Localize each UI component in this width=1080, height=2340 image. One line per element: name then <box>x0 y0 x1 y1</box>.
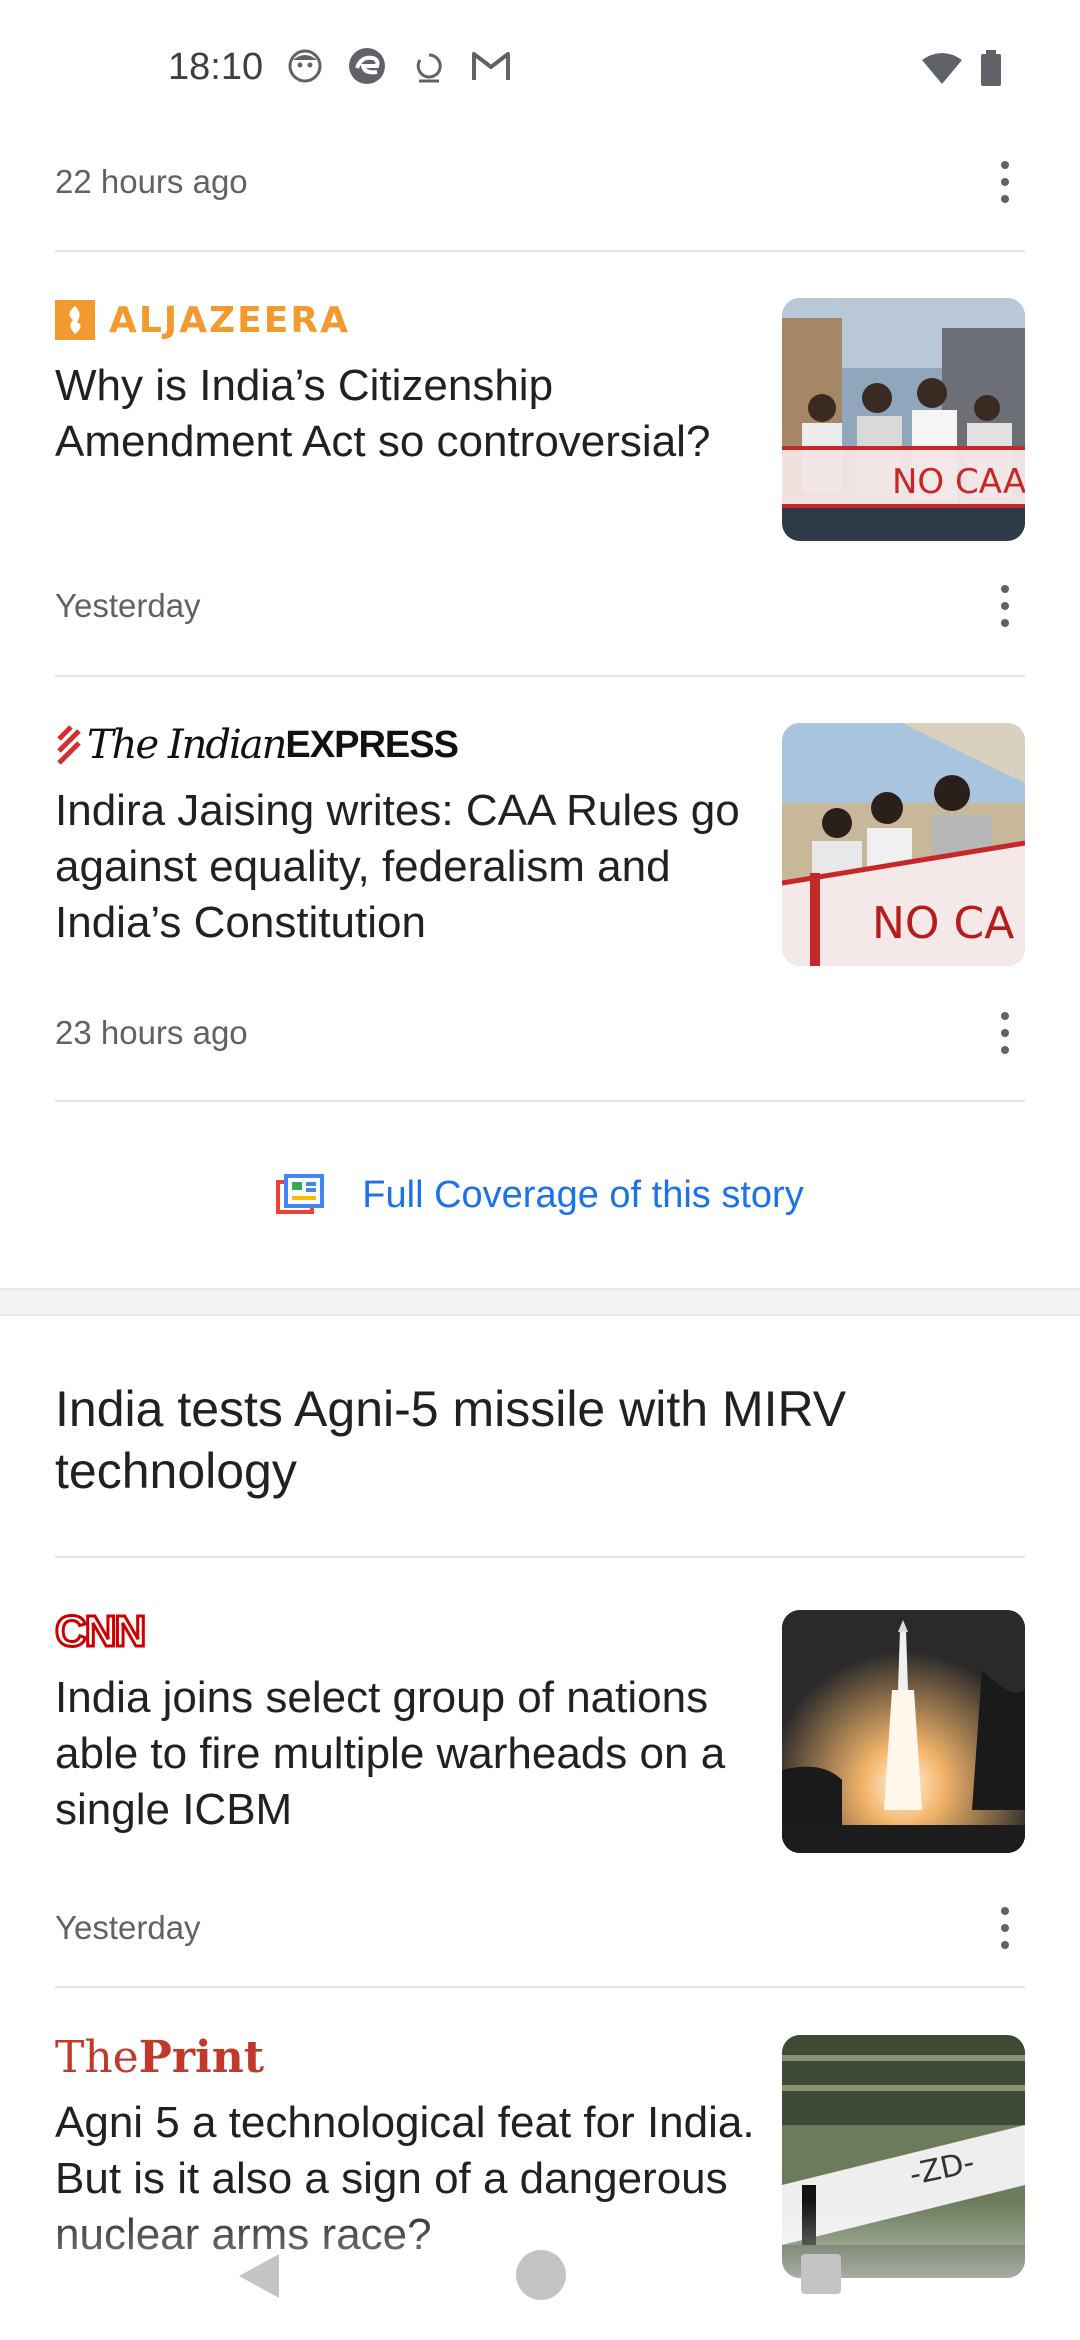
indian-express-logo-icon <box>57 725 81 765</box>
wifi-icon <box>922 52 962 89</box>
article-thumbnail[interactable]: NO CAA <box>782 298 1025 541</box>
recent-apps-icon[interactable] <box>801 2254 841 2294</box>
article-thumbnail[interactable]: NO CA <box>782 723 1025 966</box>
status-bar: 18:10 <box>0 0 1080 140</box>
article-meta-row: Yesterday <box>55 576 1025 636</box>
sync-icon <box>409 46 449 86</box>
article-headline[interactable]: Why is India’s Citizenship Amendment Act… <box>55 358 755 470</box>
article-card-aljazeera[interactable]: ALJAZEERA Why is India’s Citizenship Ame… <box>55 298 1025 558</box>
article-thumbnail[interactable] <box>782 1610 1025 1853</box>
article-headline[interactable]: India joins select group of nations able… <box>55 1670 755 1838</box>
article-meta-row: 22 hours ago <box>55 152 1025 212</box>
article-card-cnn[interactable]: CNN India joins select group of nations … <box>53 1606 1025 1870</box>
more-options-icon[interactable] <box>985 152 1025 212</box>
more-options-icon[interactable] <box>985 1898 1025 1958</box>
divider <box>55 1100 1025 1102</box>
article-card-indian-express[interactable]: The Indian EXPRESS Indira Jaising writes… <box>55 722 1025 983</box>
more-options-icon[interactable] <box>985 576 1025 636</box>
svg-text:NO CAA: NO CAA <box>892 462 1025 502</box>
source-logo-indian-express: The Indian EXPRESS <box>55 722 459 768</box>
divider <box>55 1986 1025 1988</box>
battery-icon <box>980 50 1002 91</box>
full-coverage-label[interactable]: Full Coverage of this story <box>362 1174 803 1217</box>
full-coverage-icon <box>276 1174 325 1214</box>
article-meta-row: Yesterday <box>55 1898 1025 1958</box>
full-coverage-link[interactable]: Full Coverage of this story <box>0 1160 1080 1230</box>
article-time: Yesterday <box>55 587 201 624</box>
source-logo-theprint: The Print <box>55 2031 265 2083</box>
face-notification-icon <box>285 46 325 86</box>
edge-browser-icon <box>347 46 387 86</box>
divider <box>55 675 1025 677</box>
divider <box>55 1556 1025 1558</box>
article-headline[interactable]: Indira Jaising writes: CAA Rules go agai… <box>55 783 755 951</box>
more-options-icon[interactable] <box>985 1003 1025 1063</box>
section-separator <box>0 1288 1080 1316</box>
article-time: Yesterday <box>55 1909 201 1946</box>
svg-text:NO CA: NO CA <box>872 898 1014 949</box>
gmail-icon <box>471 46 511 86</box>
article-meta-row: 23 hours ago <box>55 1003 1025 1063</box>
source-logo-cnn: CNN <box>53 1606 147 1658</box>
aljazeera-logo-icon <box>55 300 95 340</box>
source-logo-aljazeera: ALJAZEERA <box>55 298 350 342</box>
back-icon[interactable] <box>235 2250 283 2307</box>
system-nav-bar <box>0 2240 1080 2340</box>
article-time: 23 hours ago <box>55 1014 248 1051</box>
divider <box>55 250 1025 252</box>
article-time: 22 hours ago <box>55 163 248 200</box>
status-time: 18:10 <box>168 46 264 88</box>
story-cluster-title[interactable]: India tests Agni-5 missile with MIRV tec… <box>55 1378 1005 1502</box>
home-icon[interactable] <box>516 2250 566 2300</box>
